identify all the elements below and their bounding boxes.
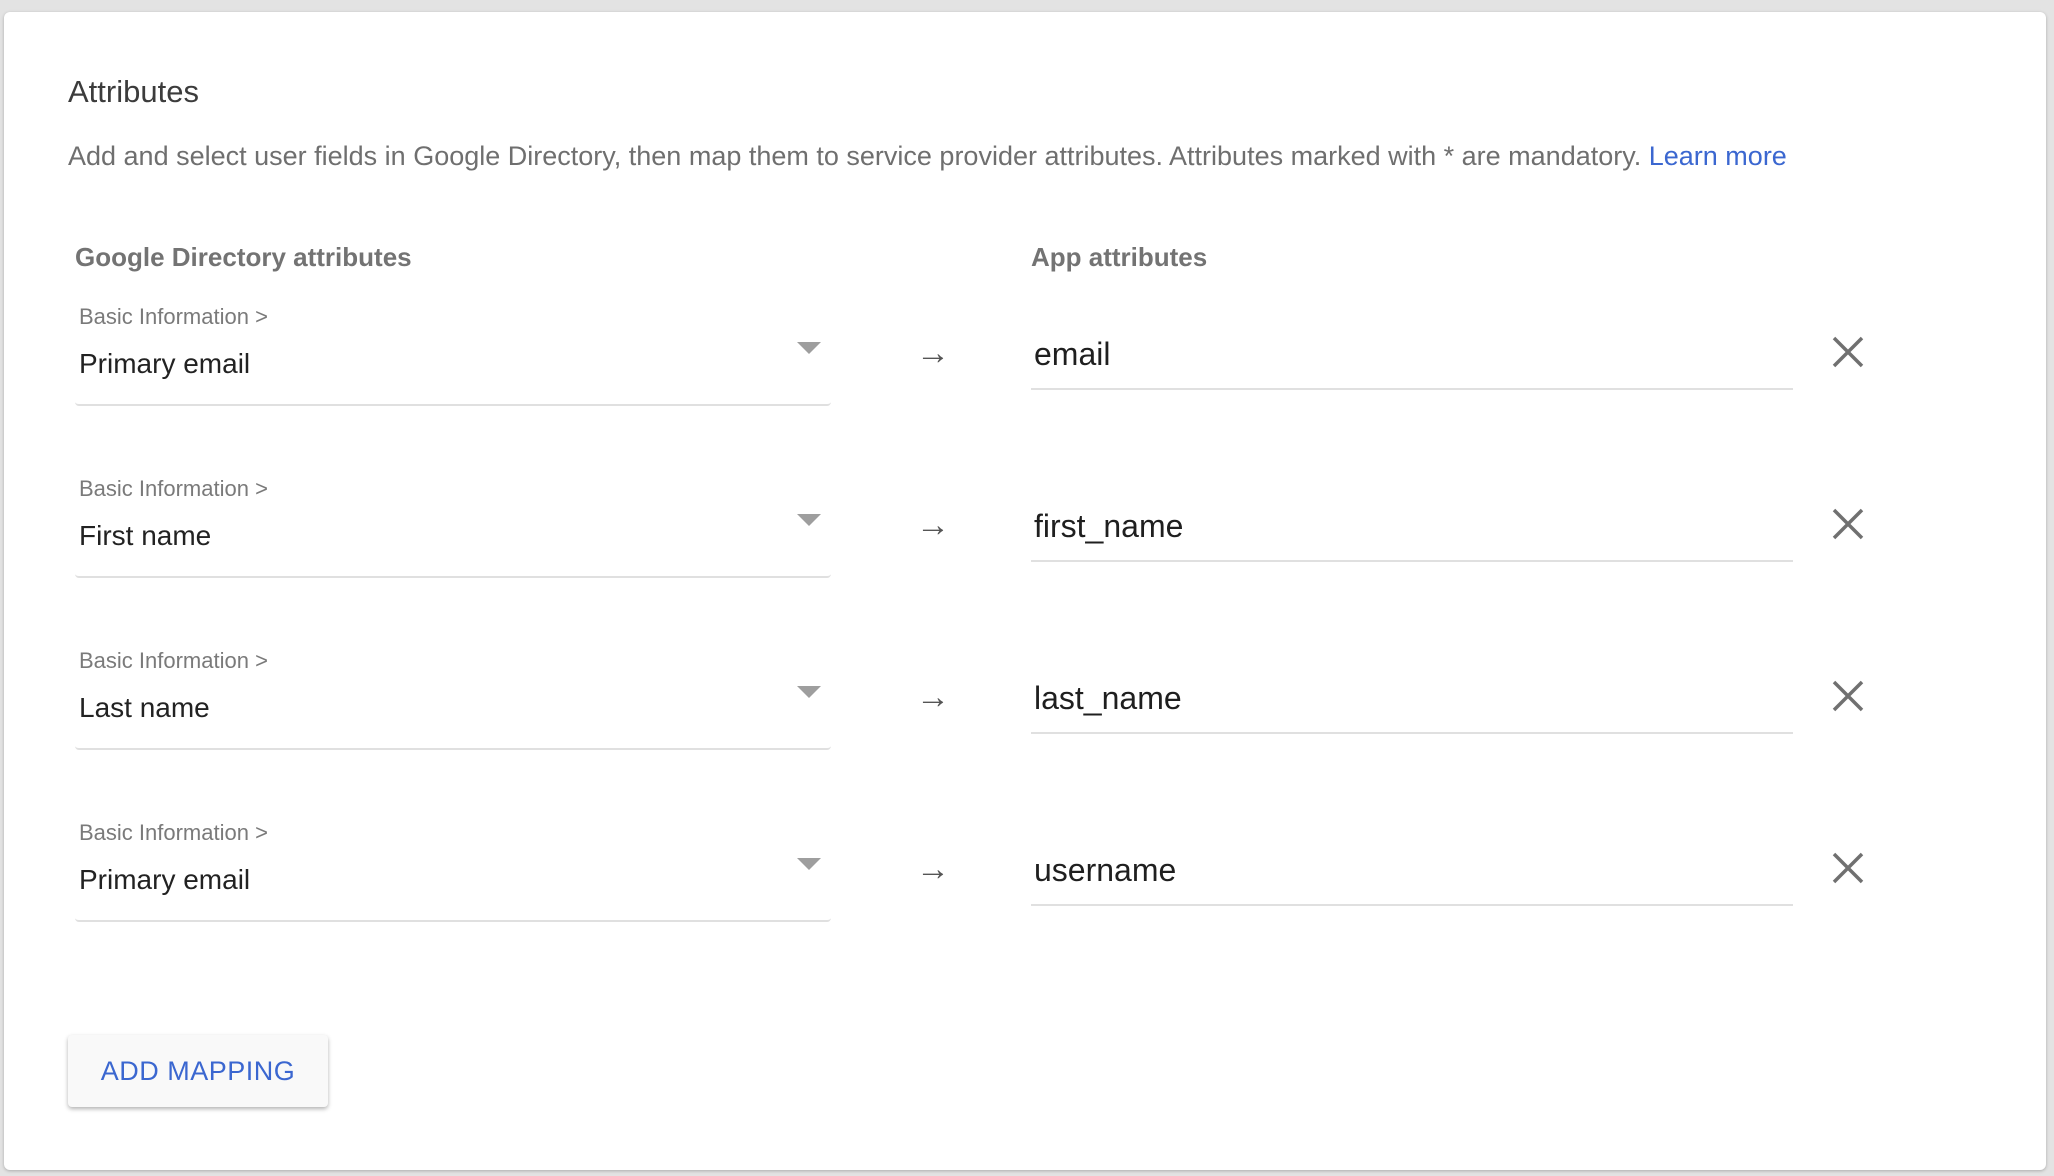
- column-header-app-attributes: App attributes: [1031, 242, 1208, 272]
- directory-attribute-select[interactable]: Basic Information > Primary email: [75, 304, 831, 406]
- arrow-right-icon: →: [916, 850, 950, 888]
- attribute-value: Primary email: [79, 864, 251, 895]
- directory-attribute-select[interactable]: Basic Information > First name: [75, 476, 831, 578]
- attribute-category: Basic Information >: [79, 648, 268, 673]
- learn-more-link[interactable]: Learn more: [1649, 141, 1787, 171]
- close-icon[interactable]: [1830, 678, 1866, 714]
- close-icon[interactable]: [1830, 334, 1866, 370]
- attribute-value: Primary email: [79, 348, 251, 379]
- dropdown-arrow-icon: [797, 342, 821, 354]
- mapping-row: Basic Information > First name →: [4, 476, 2046, 648]
- app-attribute-input[interactable]: [1031, 492, 1793, 562]
- attribute-category: Basic Information >: [79, 304, 268, 329]
- close-icon[interactable]: [1830, 506, 1866, 542]
- section-description: Add and select user fields in Google Dir…: [68, 141, 1787, 172]
- arrow-right-icon: →: [916, 334, 950, 372]
- attribute-value: Last name: [79, 692, 210, 723]
- mapping-row: Basic Information > Primary email →: [4, 820, 2046, 992]
- arrow-right-icon: →: [916, 506, 950, 544]
- dropdown-arrow-icon: [797, 686, 821, 698]
- mapping-row: Basic Information > Last name →: [4, 648, 2046, 820]
- add-mapping-button[interactable]: ADD MAPPING: [68, 1035, 328, 1107]
- dropdown-arrow-icon: [797, 858, 821, 870]
- attribute-category: Basic Information >: [79, 820, 268, 845]
- dropdown-arrow-icon: [797, 514, 821, 526]
- section-title: Attributes: [68, 74, 199, 109]
- column-header-google-directory: Google Directory attributes: [75, 242, 412, 272]
- attribute-value: First name: [79, 520, 212, 551]
- arrow-right-icon: →: [916, 678, 950, 716]
- app-attribute-input[interactable]: [1031, 836, 1793, 906]
- close-icon[interactable]: [1830, 850, 1866, 886]
- directory-attribute-select[interactable]: Basic Information > Last name: [75, 648, 831, 750]
- attributes-card: Attributes Add and select user fields in…: [4, 12, 2046, 1170]
- mapping-row: Basic Information > Primary email →: [4, 304, 2046, 476]
- attribute-category: Basic Information >: [79, 476, 268, 501]
- directory-attribute-select[interactable]: Basic Information > Primary email: [75, 820, 831, 922]
- description-text: Add and select user fields in Google Dir…: [68, 141, 1649, 171]
- app-attribute-input[interactable]: [1031, 320, 1793, 390]
- app-attribute-input[interactable]: [1031, 664, 1793, 734]
